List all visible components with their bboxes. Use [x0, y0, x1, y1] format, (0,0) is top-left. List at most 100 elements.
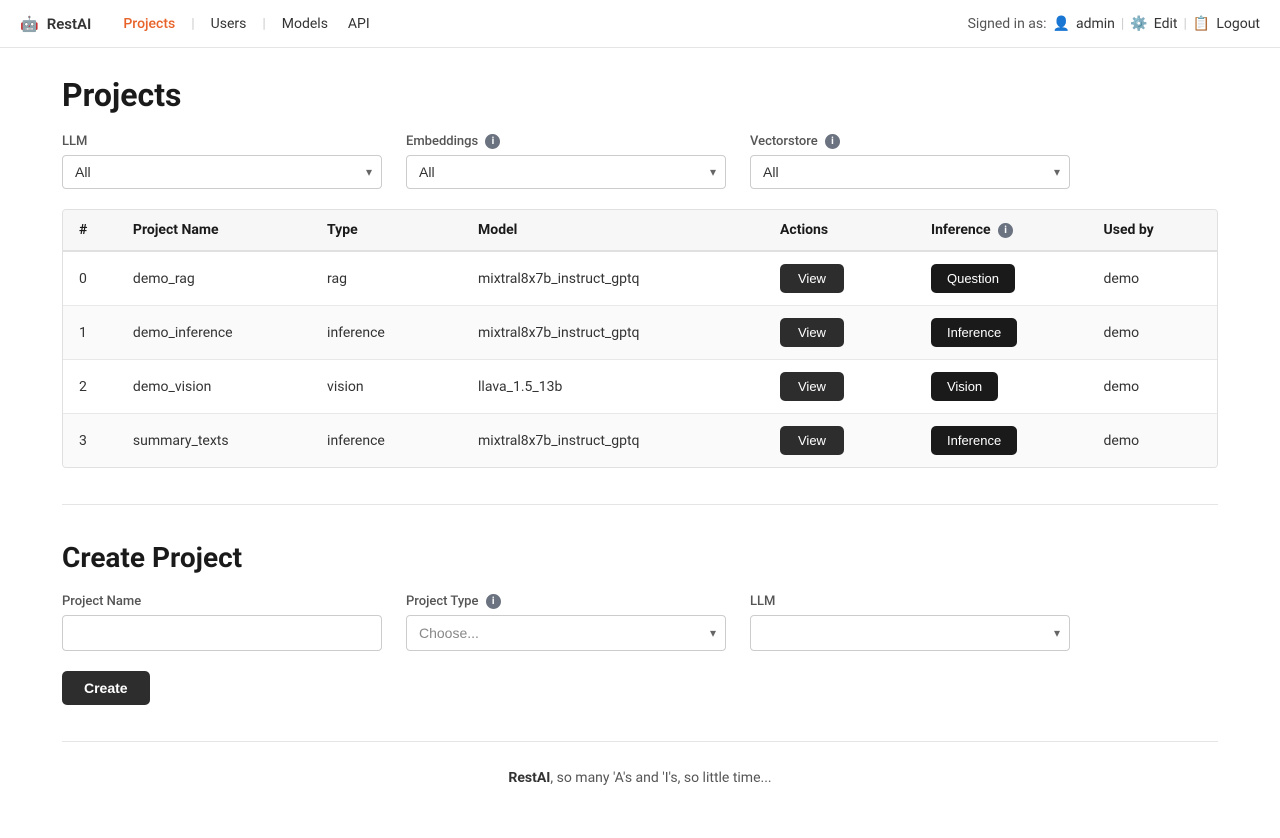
view-button[interactable]: View — [780, 372, 844, 401]
nav-links: Projects | Users | Models API — [115, 12, 377, 36]
cell-actions: View — [764, 251, 915, 306]
signed-in-text: Signed in as: — [968, 16, 1047, 32]
nav-right: Signed in as: 👤 admin | ⚙️ Edit | 📋 Logo… — [968, 16, 1260, 32]
col-header-num: # — [63, 210, 117, 251]
vectorstore-select[interactable]: All — [750, 155, 1070, 189]
vectorstore-select-wrapper: All — [750, 155, 1070, 189]
logout-link[interactable]: Logout — [1216, 16, 1260, 32]
projects-table: # Project Name Type Model Actions Infere… — [63, 210, 1217, 467]
llm-create-label: LLM — [750, 594, 1070, 609]
cell-usedby: demo — [1088, 306, 1217, 360]
cell-num: 1 — [63, 306, 117, 360]
inference-button[interactable]: Vision — [931, 372, 998, 401]
cell-type: inference — [311, 306, 462, 360]
view-button[interactable]: View — [780, 318, 844, 347]
project-type-info-icon: i — [486, 594, 501, 609]
cell-type: vision — [311, 360, 462, 414]
table-row: 2 demo_vision vision llava_1.5_13b View … — [63, 360, 1217, 414]
cell-name: demo_inference — [117, 306, 311, 360]
project-type-label: Project Type i — [406, 594, 726, 609]
nav-link-api[interactable]: API — [340, 12, 378, 36]
vectorstore-filter-group: Vectorstore i All — [750, 134, 1070, 189]
cell-inference: Inference — [915, 414, 1088, 468]
cell-type: rag — [311, 251, 462, 306]
project-type-select-wrapper: Choose... — [406, 615, 726, 651]
projects-table-container: # Project Name Type Model Actions Infere… — [62, 209, 1218, 468]
footer: RestAI, so many 'A's and 'I's, so little… — [62, 762, 1218, 810]
cell-actions: View — [764, 360, 915, 414]
llm-select-wrapper: All — [62, 155, 382, 189]
project-type-select[interactable]: Choose... — [406, 615, 726, 651]
col-header-model: Model — [462, 210, 764, 251]
cell-num: 0 — [63, 251, 117, 306]
cell-model: mixtral8x7b_instruct_gptq — [462, 251, 764, 306]
embeddings-select-wrapper: All — [406, 155, 726, 189]
cell-name: demo_vision — [117, 360, 311, 414]
cell-inference: Question — [915, 251, 1088, 306]
table-row: 0 demo_rag rag mixtral8x7b_instruct_gptq… — [63, 251, 1217, 306]
col-header-usedby: Used by — [1088, 210, 1217, 251]
nav-right-sep-1: | — [1121, 16, 1124, 32]
llm-create-select-wrapper — [750, 615, 1070, 651]
inference-info-icon: i — [998, 223, 1013, 238]
col-header-type: Type — [311, 210, 462, 251]
inference-button[interactable]: Question — [931, 264, 1015, 293]
cell-num: 3 — [63, 414, 117, 468]
llm-filter-group: LLM All — [62, 134, 382, 189]
vectorstore-filter-label: Vectorstore i — [750, 134, 1070, 149]
view-button[interactable]: View — [780, 426, 844, 455]
nav-sep-1: | — [191, 16, 194, 32]
inference-button[interactable]: Inference — [931, 318, 1017, 347]
cell-inference: Vision — [915, 360, 1088, 414]
llm-select[interactable]: All — [62, 155, 382, 189]
footer-text: , so many 'A's and 'I's, so little time.… — [550, 770, 771, 786]
section-divider — [62, 504, 1218, 505]
app-logo[interactable]: 🤖 RestAI — [20, 15, 91, 33]
table-header-row: # Project Name Type Model Actions Infere… — [63, 210, 1217, 251]
username-link[interactable]: admin — [1076, 16, 1115, 32]
nav-link-models[interactable]: Models — [274, 12, 336, 36]
col-header-name: Project Name — [117, 210, 311, 251]
nav-link-users[interactable]: Users — [203, 12, 255, 36]
filters-row: LLM All Embeddings i All Vectorstore i — [62, 134, 1218, 189]
cell-usedby: demo — [1088, 360, 1217, 414]
nav-right-sep-2: | — [1183, 16, 1186, 32]
cell-num: 2 — [63, 360, 117, 414]
cell-model: mixtral8x7b_instruct_gptq — [462, 306, 764, 360]
cell-model: mixtral8x7b_instruct_gptq — [462, 414, 764, 468]
nav-link-projects[interactable]: Projects — [115, 12, 183, 36]
project-name-group: Project Name — [62, 594, 382, 651]
nav-sep-2: | — [262, 16, 265, 32]
llm-filter-label: LLM — [62, 134, 382, 149]
cell-actions: View — [764, 306, 915, 360]
col-header-inference: Inference i — [915, 210, 1088, 251]
footer-divider — [62, 741, 1218, 742]
embeddings-select[interactable]: All — [406, 155, 726, 189]
cell-usedby: demo — [1088, 414, 1217, 468]
project-type-group: Project Type i Choose... — [406, 594, 726, 651]
llm-create-select[interactable] — [750, 615, 1070, 651]
logout-icon: 📋 — [1193, 16, 1210, 32]
cell-type: inference — [311, 414, 462, 468]
cell-usedby: demo — [1088, 251, 1217, 306]
vectorstore-info-icon: i — [825, 134, 840, 149]
logo-icon: 🤖 — [20, 15, 39, 33]
cell-name: summary_texts — [117, 414, 311, 468]
edit-link[interactable]: Edit — [1154, 16, 1178, 32]
page-title: Projects — [62, 76, 1218, 114]
table-row: 1 demo_inference inference mixtral8x7b_i… — [63, 306, 1217, 360]
cell-inference: Inference — [915, 306, 1088, 360]
cell-actions: View — [764, 414, 915, 468]
create-button[interactable]: Create — [62, 671, 150, 705]
table-row: 3 summary_texts inference mixtral8x7b_in… — [63, 414, 1217, 468]
col-header-actions: Actions — [764, 210, 915, 251]
footer-brand: RestAI — [508, 770, 550, 786]
user-icon: 👤 — [1053, 16, 1070, 32]
cell-name: demo_rag — [117, 251, 311, 306]
project-name-input[interactable] — [62, 615, 382, 651]
navbar: 🤖 RestAI Projects | Users | Models API S… — [0, 0, 1280, 48]
view-button[interactable]: View — [780, 264, 844, 293]
inference-button[interactable]: Inference — [931, 426, 1017, 455]
logo-text: RestAI — [47, 15, 92, 33]
llm-create-group: LLM — [750, 594, 1070, 651]
